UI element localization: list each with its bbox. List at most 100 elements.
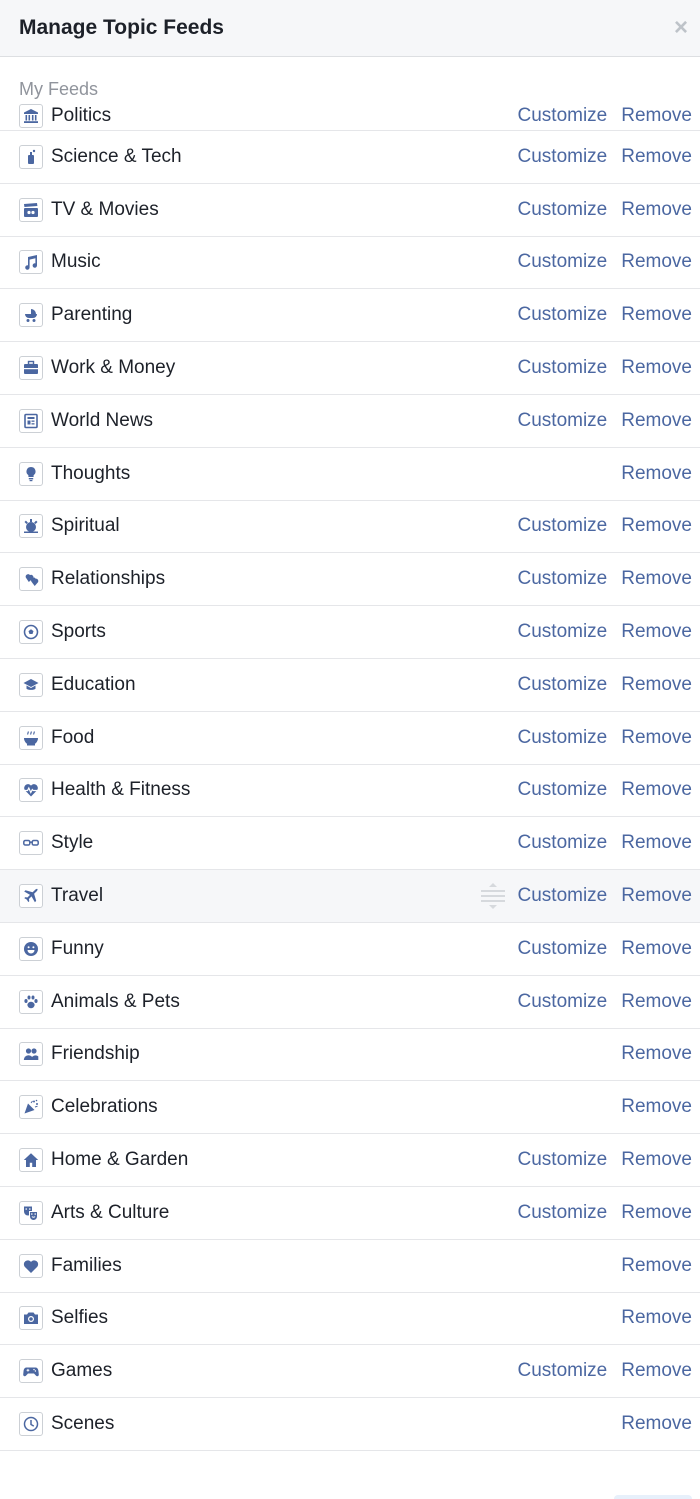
feed-label: Travel [51,885,104,907]
remove-link[interactable]: Remove [621,1149,692,1171]
remove-link[interactable]: Remove [621,304,692,326]
feed-actions: Customize Remove [480,881,692,911]
feed-row-work-and-money: Work & Money Customize Remove [0,342,700,395]
remove-link[interactable]: Remove [621,885,692,907]
style-icon [19,831,43,856]
remove-link[interactable]: Remove [621,1202,692,1224]
remove-link[interactable]: Remove [621,1360,692,1382]
feed-actions: Customize Remove [518,251,693,273]
remove-link[interactable]: Remove [621,463,692,485]
feed-actions: Customize Remove [518,1149,693,1171]
selfies-icon [19,1306,43,1331]
feed-row-celebrations: Celebrations Remove [0,1081,700,1135]
remove-link[interactable]: Remove [621,251,692,273]
remove-link[interactable]: Remove [621,674,692,696]
remove-link[interactable]: Remove [621,568,692,590]
remove-link[interactable]: Remove [621,779,692,801]
feed-label: Food [51,726,95,748]
feed-row-parenting: Parenting Customize Remove [0,289,700,343]
food-icon [19,725,43,750]
customize-link[interactable]: Customize [518,199,608,221]
feed-row-sports: Sports Customize Remove [0,606,700,659]
feed-label: Friendship [51,1043,140,1065]
feed-row-thoughts: Thoughts Remove [0,448,700,501]
customize-link[interactable]: Customize [518,1202,608,1224]
close-icon[interactable]: × [662,0,700,57]
feed-row-style: Style Customize Remove [0,817,700,871]
feed-actions: Customize Remove [518,938,693,960]
drag-handle-icon[interactable] [480,881,506,911]
feed-label: Work & Money [51,357,176,379]
feed-actions: Customize Remove [518,357,693,379]
remove-link[interactable]: Remove [621,1096,692,1118]
feed-actions: Customize Remove [518,568,693,590]
customize-link[interactable]: Customize [518,938,608,960]
remove-link[interactable]: Remove [621,199,692,221]
remove-link[interactable]: Remove [621,1413,692,1435]
relationships-icon [19,567,43,592]
games-icon [19,1359,43,1384]
feed-label: TV & Movies [51,198,159,220]
feed-row-music: Music Customize Remove [0,237,700,290]
remove-link[interactable]: Remove [621,727,692,749]
feed-actions: Customize Remove [518,105,693,127]
customize-link[interactable]: Customize [518,568,608,590]
customize-link[interactable]: Customize [518,832,608,854]
feed-label: Sports [51,621,106,643]
remove-link[interactable]: Remove [621,991,692,1013]
remove-link[interactable]: Remove [621,1043,692,1065]
feed-row-animals-and-pets: Animals & Pets Customize Remove [0,976,700,1029]
remove-link[interactable]: Remove [621,621,692,643]
feed-label: Health & Fitness [51,779,191,801]
remove-link[interactable]: Remove [621,1307,692,1329]
remove-link[interactable]: Remove [621,515,692,537]
feed-label: Families [51,1254,122,1276]
customize-link[interactable]: Customize [518,304,608,326]
customize-link[interactable]: Customize [518,1149,608,1171]
customize-link[interactable]: Customize [518,515,608,537]
sports-icon [19,620,43,645]
feed-actions: Remove [621,1096,692,1118]
customize-link[interactable]: Customize [518,885,608,907]
customize-link[interactable]: Customize [518,674,608,696]
customize-link[interactable]: Customize [518,727,608,749]
customize-link[interactable]: Customize [518,146,608,168]
remove-link[interactable]: Remove [621,146,692,168]
customize-link[interactable]: Customize [518,991,608,1013]
remove-link[interactable]: Remove [621,832,692,854]
feed-label: Thoughts [51,462,131,484]
remove-link[interactable]: Remove [621,105,692,127]
customize-link[interactable]: Customize [518,1360,608,1382]
feed-row-food: Food Customize Remove [0,712,700,765]
home-garden-icon [19,1148,43,1173]
remove-link[interactable]: Remove [621,1255,692,1277]
feed-label: Celebrations [51,1096,158,1118]
feed-row-education: Education Customize Remove [0,659,700,712]
dialog-header: Manage Topic Feeds × [0,0,700,57]
feed-actions: Customize Remove [518,146,693,168]
customize-link[interactable]: Customize [518,410,608,432]
work-money-icon [19,356,43,381]
remove-link[interactable]: Remove [621,410,692,432]
customize-link[interactable]: Customize [518,621,608,643]
feed-label: Music [51,251,101,273]
customize-link[interactable]: Customize [518,105,608,127]
feed-actions: Remove [621,1413,692,1435]
feed-label: Science & Tech [51,145,182,167]
remove-link[interactable]: Remove [621,938,692,960]
remove-link[interactable]: Remove [621,357,692,379]
feed-label: Education [51,673,136,695]
world-news-icon [19,408,43,433]
feed-row-spiritual: Spiritual Customize Remove [0,501,700,554]
feed-actions: Remove [621,463,692,485]
feed-row-scenes: Scenes Remove [0,1398,700,1451]
customize-link[interactable]: Customize [518,251,608,273]
feed-label: Arts & Culture [51,1201,170,1223]
feed-label: Style [51,832,94,854]
feed-row-friendship: Friendship Remove [0,1029,700,1082]
customize-link[interactable]: Customize [518,357,608,379]
friendship-icon [19,1042,43,1067]
customize-link[interactable]: Customize [518,779,608,801]
feed-actions: Customize Remove [518,515,693,537]
feed-row-world-news: World News Customize Remove [0,395,700,448]
